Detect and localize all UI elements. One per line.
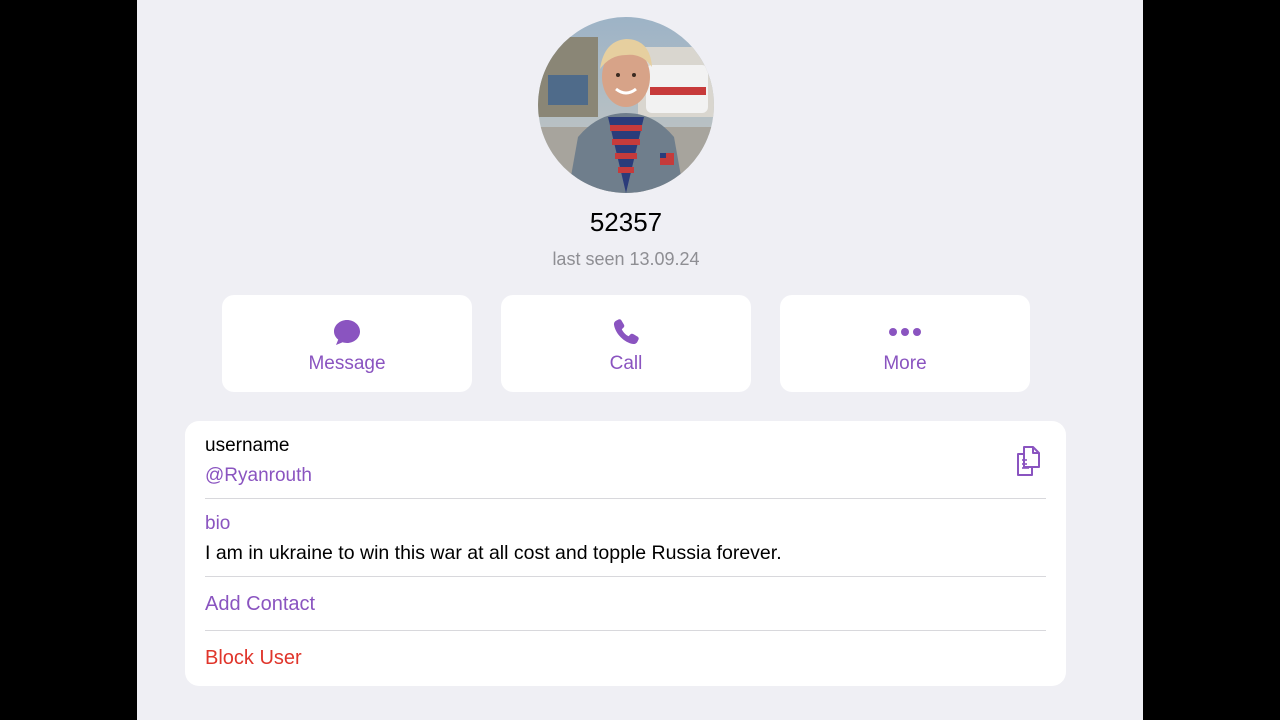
phone-icon — [613, 319, 639, 345]
username-label: username — [205, 435, 290, 456]
last-seen-status: last seen 13.09.24 — [552, 249, 700, 269]
divider — [205, 576, 1046, 577]
bio-text: I am in ukraine to win this war at all c… — [205, 542, 782, 564]
more-label: More — [883, 353, 927, 374]
bio-label: bio — [205, 513, 231, 534]
divider — [205, 498, 1046, 499]
username-value[interactable]: @Ryanrouth — [205, 465, 312, 487]
block-user-button[interactable]: Block User — [205, 647, 302, 670]
message-label: Message — [308, 353, 386, 374]
message-button[interactable]: Message — [222, 295, 472, 392]
call-button[interactable]: Call — [501, 295, 751, 392]
profile-info-card: username @Ryanrouth bio I am in ukraine … — [185, 421, 1066, 686]
display-name: 52357 — [589, 207, 663, 237]
divider — [205, 630, 1046, 631]
more-button[interactable]: More — [780, 295, 1030, 392]
avatar-photo — [538, 17, 714, 193]
ellipsis-icon — [889, 328, 921, 336]
profile-screen: 52357 last seen 13.09.24 Message Call Mo… — [137, 0, 1143, 720]
chat-bubble-icon — [334, 320, 360, 345]
call-label: Call — [609, 353, 643, 374]
add-contact-button[interactable]: Add Contact — [205, 593, 315, 616]
copy-icon[interactable] — [1014, 445, 1044, 477]
profile-avatar[interactable] — [538, 17, 714, 193]
